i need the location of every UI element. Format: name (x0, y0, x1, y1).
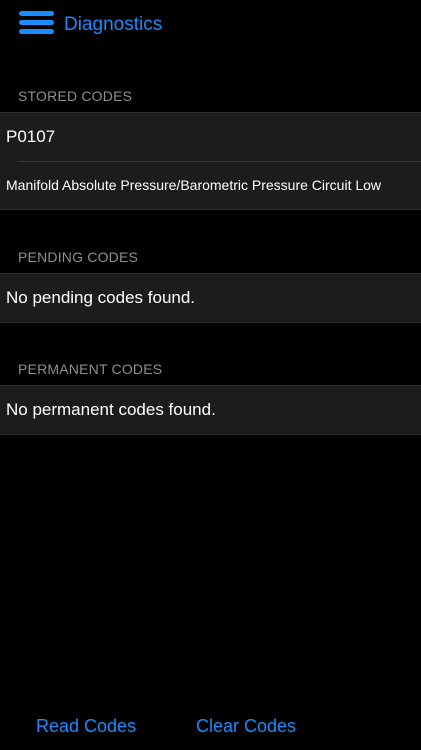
navigation-bar: Diagnostics (0, 0, 421, 50)
pending-codes-cell: No pending codes found. (0, 274, 421, 322)
permanent-codes-message: No permanent codes found. (6, 400, 216, 419)
read-codes-button[interactable]: Read Codes (36, 714, 136, 738)
pending-codes-message: No pending codes found. (6, 288, 196, 307)
stored-code-description: Manifold Absolute Pressure/Barometric Pr… (6, 177, 382, 193)
permanent-codes-header: PERMANENT CODES (18, 361, 163, 377)
hamburger-menu-icon[interactable] (19, 11, 54, 35)
clear-codes-button[interactable]: Clear Codes (196, 714, 296, 738)
stored-codes-group: P0107 Manifold Absolute Pressure/Baromet… (0, 112, 421, 210)
pending-codes-group: No pending codes found. (0, 273, 421, 323)
pending-codes-header: PENDING CODES (18, 249, 139, 265)
stored-codes-header: STORED CODES (18, 88, 133, 104)
menu-icon-bar-top (19, 11, 54, 16)
nav-title-diagnostics[interactable]: Diagnostics (64, 13, 162, 37)
permanent-codes-cell: No permanent codes found. (0, 386, 421, 434)
stored-code-description-cell[interactable]: Manifold Absolute Pressure/Barometric Pr… (0, 161, 421, 209)
permanent-codes-group: No permanent codes found. (0, 385, 421, 435)
menu-icon-bar-middle (19, 20, 54, 25)
stored-code-cell[interactable]: P0107 (0, 113, 421, 162)
stored-code-id: P0107 (6, 127, 56, 146)
menu-icon-bar-bottom (19, 29, 54, 34)
